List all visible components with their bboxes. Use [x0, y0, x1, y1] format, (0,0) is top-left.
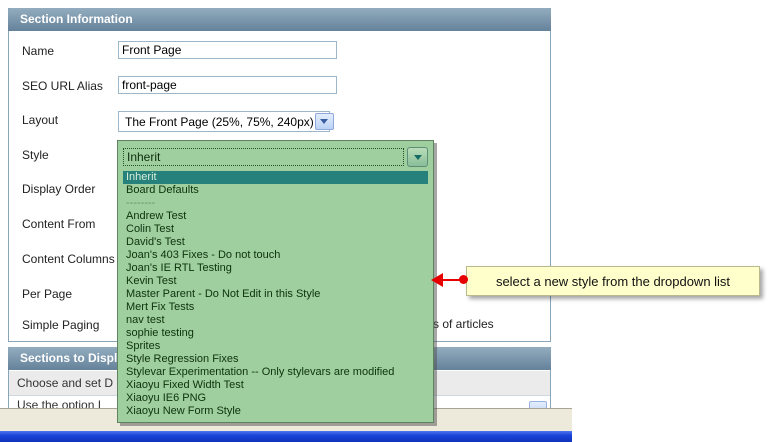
style-option[interactable]: David's Test: [123, 236, 428, 249]
field-label-display-order: Display Order: [22, 182, 95, 196]
style-option[interactable]: sophie testing: [123, 327, 428, 340]
field-label-seo-url-alias: SEO URL Alias: [22, 79, 103, 93]
style-option[interactable]: --------: [123, 197, 428, 210]
style-option[interactable]: Mert Fix Tests: [123, 301, 428, 314]
style-select-arrow-button[interactable]: [407, 147, 428, 167]
name-input[interactable]: [118, 41, 337, 59]
style-option[interactable]: Sprites: [123, 340, 428, 353]
field-label-content-from: Content From: [22, 217, 95, 231]
panel-title: Sections to Display: [20, 351, 131, 365]
style-option[interactable]: Stylevar Experimentation -- Only styleva…: [123, 366, 428, 379]
style-option[interactable]: Xiaoyu Fixed Width Test: [123, 379, 428, 392]
arrow-left-icon: [431, 273, 443, 287]
style-option[interactable]: Andrew Test: [123, 210, 428, 223]
field-label-simple-paging: Simple Paging: [22, 318, 99, 332]
style-select-value[interactable]: Inherit: [123, 148, 404, 166]
style-option[interactable]: Joan's 403 Fixes - Do not touch: [123, 249, 428, 262]
style-select-row[interactable]: Inherit: [123, 147, 428, 167]
style-option[interactable]: Inherit: [123, 171, 428, 184]
field-label-layout: Layout: [22, 113, 58, 127]
field-label-per-page: Per Page: [22, 287, 72, 301]
annotation-arrow-dot: [459, 275, 468, 284]
section-information-header: Section Information: [8, 8, 551, 31]
field-label-style: Style: [22, 148, 49, 162]
layout-select-value: The Front Page (25%, 75%, 240px): [119, 115, 314, 129]
style-options-list[interactable]: InheritBoard Defaults--------Andrew Test…: [123, 171, 428, 419]
style-option[interactable]: Kevin Test: [123, 275, 428, 288]
window-bottom-border: [0, 431, 572, 442]
field-label-name: Name: [22, 44, 54, 58]
style-option[interactable]: Joan's IE RTL Testing: [123, 262, 428, 275]
layout-select-arrow-button[interactable]: [315, 113, 334, 130]
panel-title: Section Information: [20, 12, 133, 26]
style-option[interactable]: Xiaoyu New Form Style: [123, 405, 428, 418]
style-option[interactable]: Style Regression Fixes: [123, 353, 428, 366]
simple-paging-text-fragment: s of articles: [433, 317, 494, 331]
seo-url-alias-input[interactable]: [118, 76, 337, 94]
style-option[interactable]: Master Parent - Do Not Edit in this Styl…: [123, 288, 428, 301]
chevron-down-icon: [414, 155, 422, 160]
annotation-text: select a new style from the dropdown lis…: [496, 274, 730, 289]
style-option[interactable]: Colin Test: [123, 223, 428, 236]
annotation-callout: select a new style from the dropdown lis…: [466, 266, 760, 296]
layout-select[interactable]: The Front Page (25%, 75%, 240px): [118, 111, 330, 132]
style-select-open[interactable]: Inherit InheritBoard Defaults--------And…: [117, 140, 434, 423]
field-label-content-columns: Content Columns: [22, 252, 115, 266]
style-option[interactable]: Xiaoyu IE6 PNG: [123, 392, 428, 405]
style-option[interactable]: nav test: [123, 314, 428, 327]
style-option[interactable]: Board Defaults: [123, 184, 428, 197]
chevron-down-icon: [320, 119, 328, 124]
